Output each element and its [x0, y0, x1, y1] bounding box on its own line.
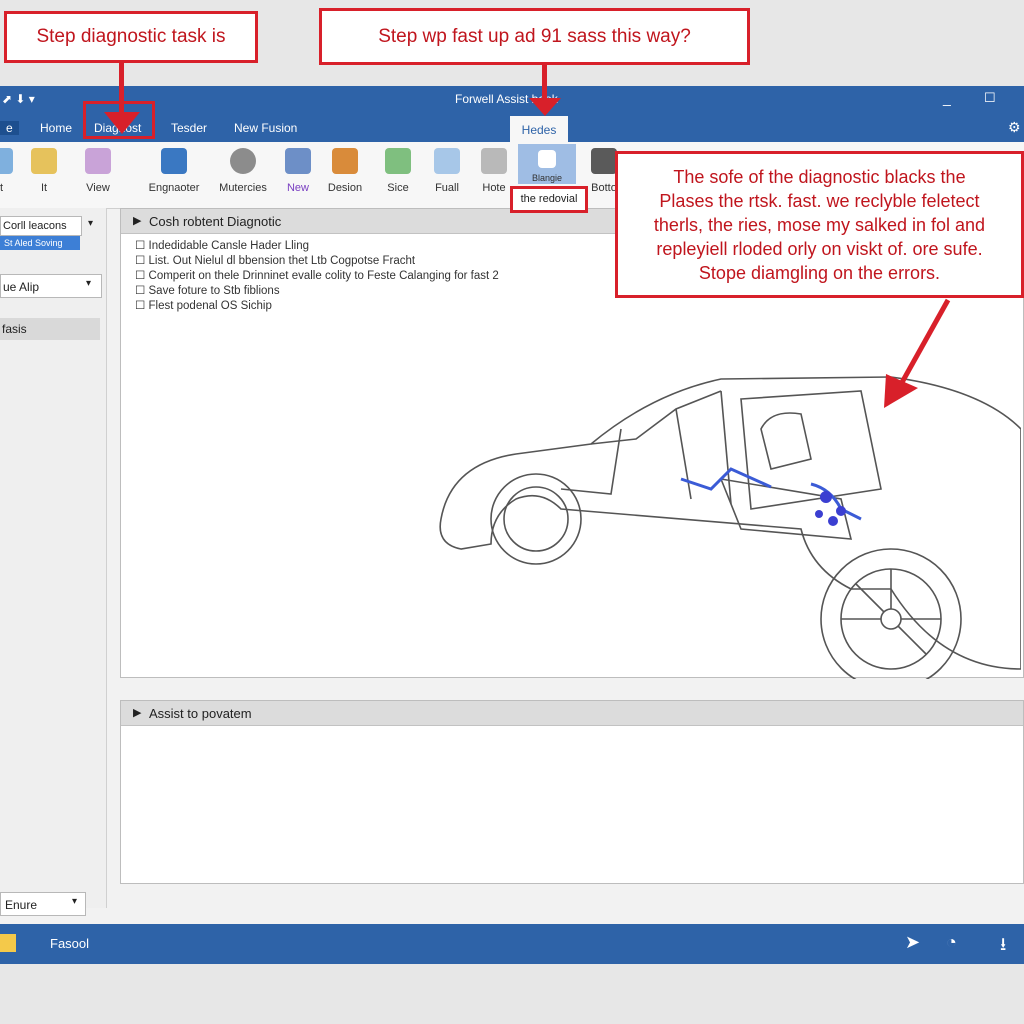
ribbon-button-mutercies[interactable]: Mutercies — [214, 148, 272, 194]
list-item: ☐ Save foture to Stb fiblions — [135, 285, 280, 297]
annotation-callout-right: The sofe of the diagnostic blacks the Pl… — [615, 151, 1024, 298]
assist-panel-header[interactable]: ▶ Assist to povatem — [121, 701, 1023, 726]
annotation-callout-center: Step wp fast up ad 91 sass this way? — [319, 8, 750, 65]
annotation-callout-left: Step diagnostic task is — [4, 11, 258, 63]
tab-tesder[interactable]: Tesder — [171, 121, 207, 135]
minimize-button[interactable]: _ — [943, 90, 951, 106]
document-icon — [0, 148, 13, 174]
arrowhead-icon — [529, 98, 561, 116]
chevron-down-icon[interactable]: ▾ — [86, 278, 91, 289]
list-item: ☐ Flest podenal OS Sichip — [135, 300, 272, 312]
download-icon[interactable]: ⭳ — [1000, 932, 1006, 962]
ribbon-button-sice[interactable]: Sice — [372, 148, 424, 194]
folder-icon — [31, 148, 57, 174]
settings-icon[interactable]: ⚙ — [1008, 119, 1021, 136]
list-item: ☐ Comperit on thele Drinninet evalle col… — [135, 270, 499, 282]
assist-panel: ▶ Assist to povatem — [120, 700, 1024, 884]
ribbon-button-new[interactable]: New — [272, 148, 324, 194]
navigate-icon[interactable]: ➤ — [905, 932, 920, 953]
panel-title: Cosh robtent Diagnotic — [149, 214, 282, 229]
ribbon-button-desion[interactable]: Desion — [319, 148, 371, 194]
expand-arrow-icon: ▶ — [133, 215, 142, 227]
new-icon — [285, 148, 311, 174]
view-icon — [85, 148, 111, 174]
clock-icon[interactable]: ◔ — [946, 932, 957, 953]
ribbon-button-2[interactable]: It — [18, 148, 70, 194]
car-diagram — [439, 376, 1021, 679]
design-icon — [332, 148, 358, 174]
folder-icon[interactable] — [0, 934, 16, 952]
ribbon-button-blangie[interactable]: Blangie — [518, 144, 576, 184]
panel-title: Assist to povatem — [149, 706, 252, 721]
tool-icon — [591, 148, 617, 174]
tab-new-fusion[interactable]: New Fusion — [234, 121, 297, 135]
page-icon — [538, 150, 556, 168]
arrowhead-icon — [104, 112, 140, 134]
sidebar-field-control[interactable]: Corll leacons — [0, 216, 82, 236]
ribbon-button-engnaoter[interactable]: Engnaoter — [146, 148, 202, 194]
annotation-arrow-diagonal — [884, 298, 951, 408]
maximize-button[interactable]: ☐ — [984, 90, 996, 106]
annotation-highlight-label: the redovial — [510, 186, 588, 213]
tab-file[interactable]: e — [0, 121, 19, 135]
expand-arrow-icon: ▶ — [133, 707, 142, 719]
globe-icon — [230, 148, 256, 174]
tab-hedes[interactable]: Hedes — [510, 116, 568, 142]
qat-icons[interactable]: ⬈ ⬇ ▾ — [2, 92, 35, 106]
sidebar-section[interactable]: fasis — [0, 318, 100, 340]
engine-icon — [161, 148, 187, 174]
tab-home[interactable]: Home — [40, 121, 72, 135]
ribbon-button-fuall[interactable]: Fuall — [421, 148, 473, 194]
status-label: Fasool — [50, 936, 90, 951]
list-item: ☐ List. Out Nielul dl bbension thet Ltb … — [135, 255, 416, 267]
chevron-down-icon[interactable]: ▾ — [88, 218, 93, 229]
note-icon — [481, 148, 507, 174]
status-bar: Fasool ➤ ◔ ⭳ — [0, 924, 1024, 964]
chevron-down-icon[interactable]: ▾ — [72, 896, 77, 907]
slice-icon — [385, 148, 411, 174]
sidebar-selected-item[interactable]: St Aled Soving — [0, 236, 80, 250]
ribbon-button-view[interactable]: View — [72, 148, 124, 194]
sidebar: Corll leacons ▾ St Aled Soving ue Alip ▾… — [0, 208, 107, 916]
file-icon — [434, 148, 460, 174]
list-item: ☐ Indedidable Cansle Hader Lling — [135, 240, 309, 252]
